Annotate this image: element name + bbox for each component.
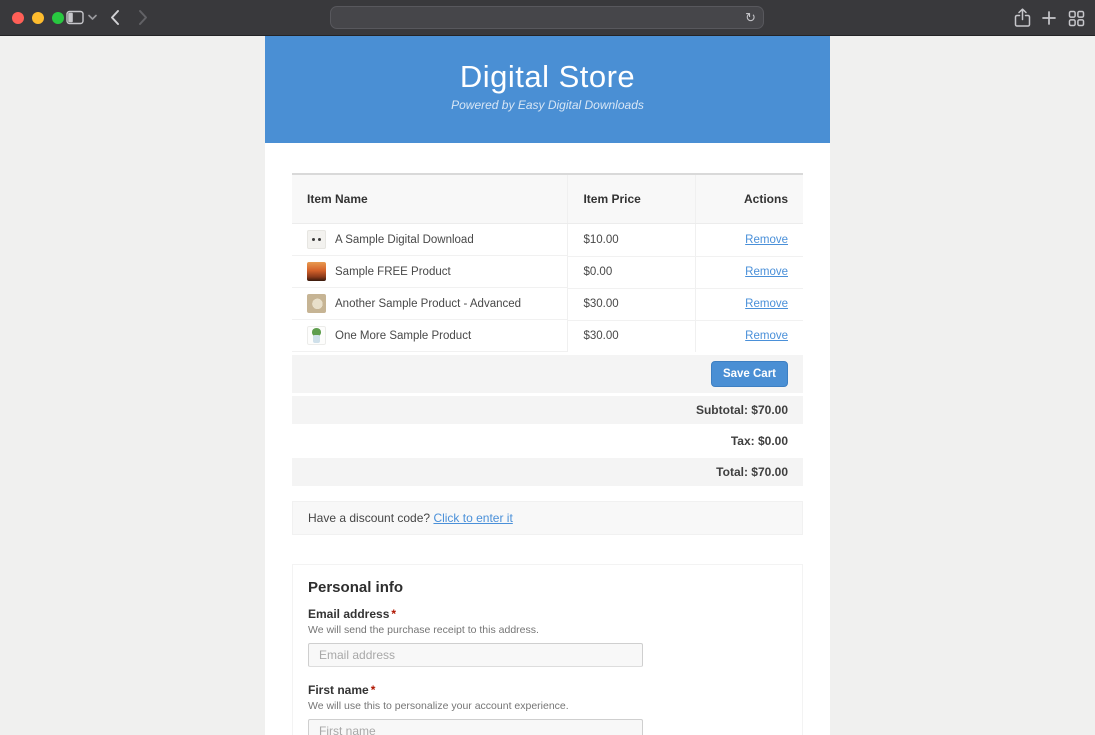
personal-info-heading: Personal info — [308, 579, 787, 596]
email-field[interactable] — [308, 643, 643, 667]
cart-item-row: Another Sample Product - Advanced $30.00… — [292, 288, 803, 320]
share-icon[interactable] — [1014, 8, 1031, 28]
remove-item-link[interactable]: Remove — [745, 234, 788, 246]
tax-row: Tax: $0.00 — [292, 426, 803, 457]
cart-item-row: A Sample Digital Download $10.00 Remove — [292, 224, 803, 257]
tax-label: Tax: — [731, 434, 755, 448]
product-thumbnail — [307, 262, 326, 281]
browser-viewport: Digital Store Powered by Easy Digital Do… — [0, 36, 1095, 735]
tab-overview-icon[interactable] — [1068, 9, 1085, 27]
remove-item-link[interactable]: Remove — [745, 266, 788, 278]
column-actions: Actions — [696, 174, 803, 224]
cart-item-row: Sample FREE Product $0.00 Remove — [292, 256, 803, 288]
save-cart-row: Save Cart — [292, 354, 803, 395]
zoom-window-button[interactable] — [52, 12, 64, 24]
item-name: Sample FREE Product — [335, 266, 451, 278]
store-tagline: Powered by Easy Digital Downloads — [265, 98, 830, 112]
traffic-lights — [12, 12, 64, 24]
item-price: $30.00 — [568, 320, 696, 354]
item-name: A Sample Digital Download — [335, 234, 474, 246]
total-value: $70.00 — [751, 465, 788, 479]
item-price: $10.00 — [568, 224, 696, 257]
item-price: $30.00 — [568, 288, 696, 320]
tax-value: $0.00 — [758, 434, 788, 448]
reload-icon[interactable]: ↻ — [745, 9, 756, 26]
discount-code-link[interactable]: Click to enter it — [433, 511, 512, 525]
browser-titlebar: ↻ — [0, 0, 1095, 36]
new-tab-icon[interactable] — [1041, 8, 1057, 28]
store-title: Digital Store — [265, 59, 830, 95]
column-item-name: Item Name — [292, 174, 568, 224]
first-name-field[interactable] — [308, 719, 643, 735]
subtotal-label: Subtotal: — [696, 403, 748, 417]
total-label: Total: — [716, 465, 748, 479]
discount-section: Have a discount code? Click to enter it — [292, 501, 803, 535]
item-name: Another Sample Product - Advanced — [335, 298, 521, 310]
back-button[interactable] — [110, 9, 120, 26]
close-window-button[interactable] — [12, 12, 24, 24]
required-asterisk: * — [371, 683, 376, 697]
product-thumbnail — [307, 230, 326, 249]
product-thumbnail — [307, 294, 326, 313]
column-item-price: Item Price — [568, 174, 696, 224]
product-thumbnail — [307, 326, 326, 345]
minimize-window-button[interactable] — [32, 12, 44, 24]
store-header: Digital Store Powered by Easy Digital Do… — [265, 36, 830, 143]
item-price: $0.00 — [568, 256, 696, 288]
required-asterisk: * — [391, 607, 396, 621]
first-name-description: We will use this to personalize your acc… — [308, 700, 787, 712]
subtotal-row: Subtotal: $70.00 — [292, 395, 803, 426]
checkout-cart-table: Item Name Item Price Actions A Sample Di… — [292, 173, 803, 486]
checkout-content: Item Name Item Price Actions A Sample Di… — [265, 173, 830, 735]
total-row: Total: $70.00 — [292, 457, 803, 487]
sidebar-toggle-icon[interactable] — [66, 9, 84, 26]
remove-item-link[interactable]: Remove — [745, 330, 788, 342]
forward-button — [138, 9, 148, 26]
email-label: Email address — [308, 607, 389, 621]
cart-header-row: Item Name Item Price Actions — [292, 174, 803, 224]
save-cart-button[interactable]: Save Cart — [711, 361, 788, 387]
personal-info-section: Personal info Email address* We will sen… — [292, 564, 803, 735]
item-name: One More Sample Product — [335, 330, 471, 342]
first-name-field-group: First name* We will use this to personal… — [308, 683, 787, 735]
store-page: Digital Store Powered by Easy Digital Do… — [265, 36, 830, 735]
chevron-down-icon[interactable] — [88, 14, 97, 21]
email-field-group: Email address* We will send the purchase… — [308, 607, 787, 667]
first-name-label: First name — [308, 683, 369, 697]
address-bar[interactable]: ↻ — [330, 6, 764, 29]
email-description: We will send the purchase receipt to thi… — [308, 624, 787, 636]
cart-item-row: One More Sample Product $30.00 Remove — [292, 320, 803, 354]
remove-item-link[interactable]: Remove — [745, 298, 788, 310]
subtotal-value: $70.00 — [751, 403, 788, 417]
discount-prompt: Have a discount code? — [308, 511, 430, 525]
